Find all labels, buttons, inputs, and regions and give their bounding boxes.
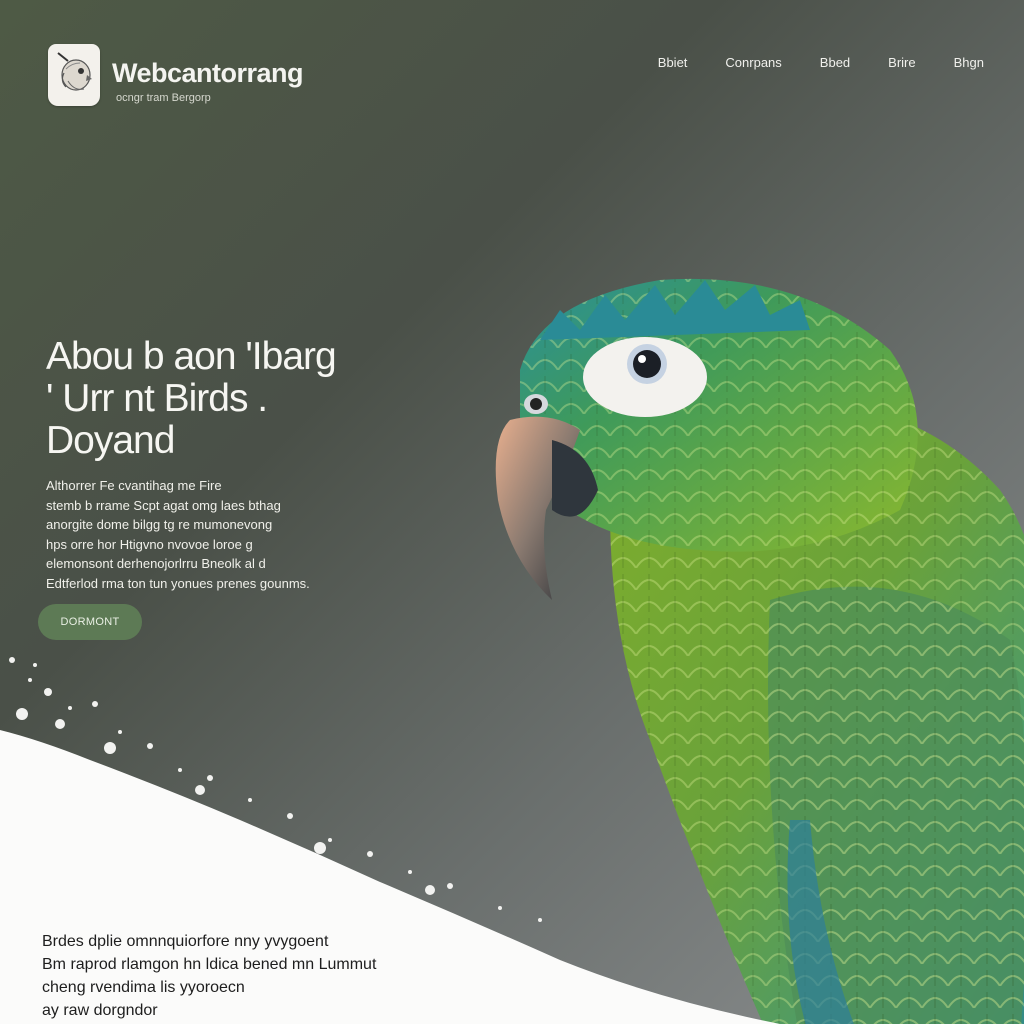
site-logo[interactable]: Webcantorrang ocngr tram Bergorp bbox=[48, 44, 304, 106]
nav-item-5[interactable]: Bhgn bbox=[954, 55, 984, 71]
caption-line-2: Bm raprod rlamgon hn ldica bened mn Lumm… bbox=[42, 956, 377, 973]
caption-line-4: ay raw dorgndor bbox=[42, 1002, 158, 1019]
bird-head-icon bbox=[48, 44, 100, 106]
hero-title-line-3: Doyand bbox=[46, 419, 175, 462]
nav-item-3[interactable]: Bbed bbox=[820, 55, 850, 71]
main-nav: Bbiet Conrpans Bbed Brire Bhgn bbox=[620, 55, 984, 71]
cta-button[interactable]: DORMONT bbox=[38, 604, 142, 640]
footer-caption: Brdes dplie omnnquiorfore nny yvygoent B… bbox=[42, 930, 462, 1022]
hero-description-line-1: Althorrer Fe cvantihag me Fire bbox=[46, 478, 222, 493]
landing-page: Webcantorrang ocngr tram Bergorp Bbiet C… bbox=[0, 0, 1024, 1024]
hero-section: Abou b aon 'Ibarg ' Urr nt Birds . Doyan… bbox=[46, 336, 426, 593]
hero-description-line-5: elemonsont derhenojorlrru Bneolk al d bbox=[46, 556, 266, 571]
hero-description-line-6: Edtferlod rma ton tun yonues prenes goun… bbox=[46, 575, 310, 591]
hero-title-line-2: ' Urr nt Birds . bbox=[46, 377, 268, 420]
caption-line-1: Brdes dplie omnnquiorfore nny yvygoent bbox=[42, 933, 329, 950]
hero-description-line-4: hps orre hor Htigvno nvovoe loroe g bbox=[46, 536, 253, 552]
hero-description: Althorrer Fe cvantihag me Fire stemb b r… bbox=[46, 476, 396, 593]
hero-description-line-3: anorgite dome bilgg tg re mumonevong bbox=[46, 517, 273, 532]
brand-tagline: ocngr tram Bergorp bbox=[116, 92, 211, 104]
nav-item-1[interactable]: Bbiet bbox=[658, 55, 688, 71]
hero-title: Abou b aon 'Ibarg ' Urr nt Birds . Doyan… bbox=[46, 336, 426, 462]
hero-title-line-1: Abou b aon 'Ibarg bbox=[46, 335, 337, 378]
hero-description-line-2: stemb b rrame Scpt agat omg laes bthag bbox=[46, 497, 281, 513]
brand-name: Webcantorrang bbox=[112, 58, 304, 88]
caption-line-3: cheng rvendima lis yyoroecn bbox=[42, 979, 245, 996]
nav-item-4[interactable]: Brire bbox=[888, 55, 915, 71]
nav-item-2[interactable]: Conrpans bbox=[725, 55, 781, 71]
